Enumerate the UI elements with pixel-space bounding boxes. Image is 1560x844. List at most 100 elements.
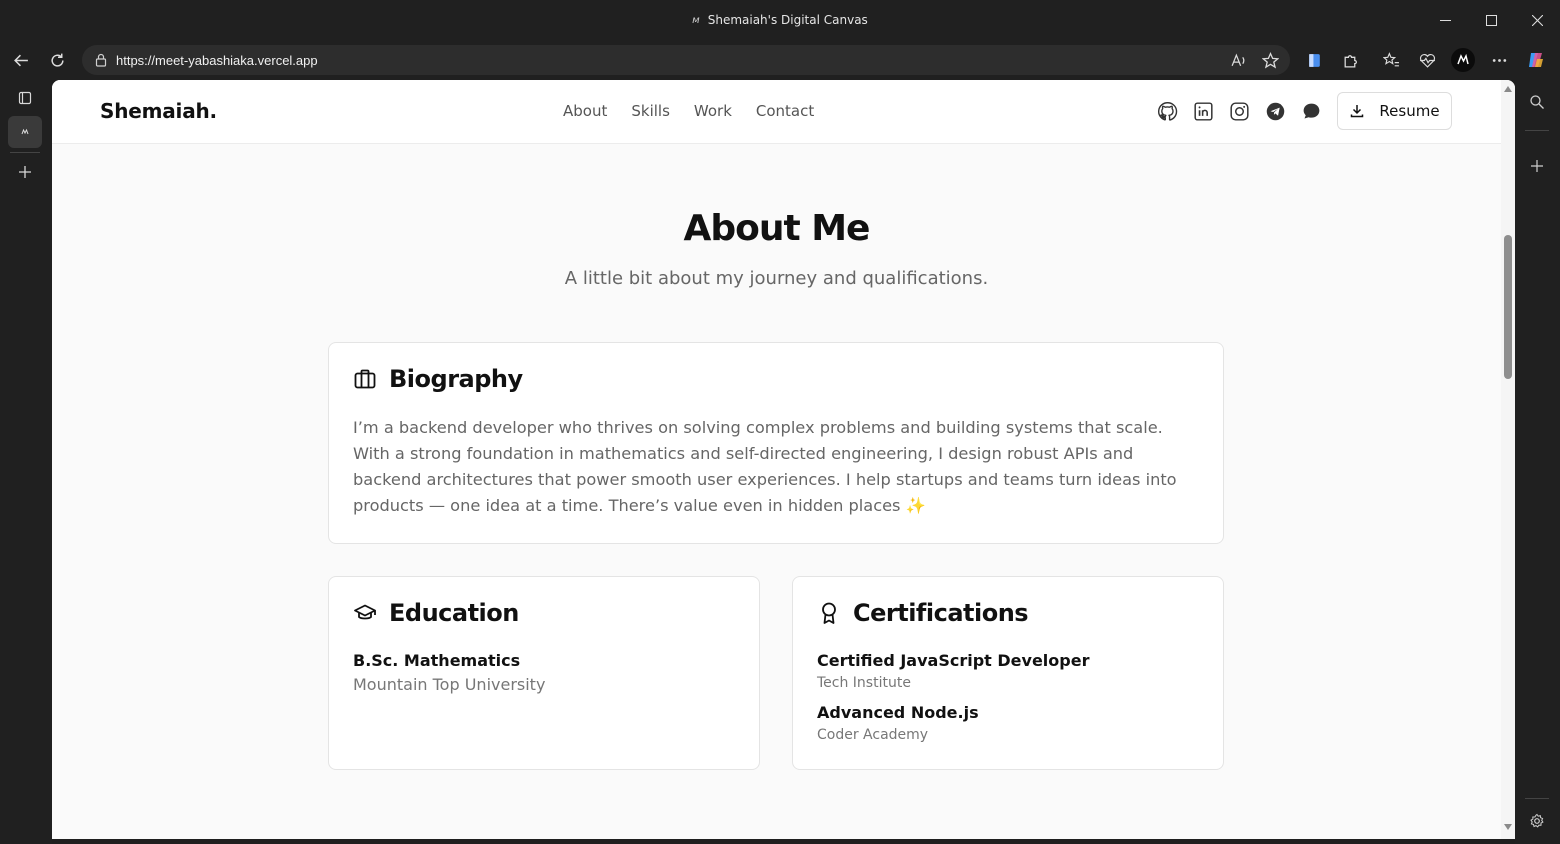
resume-download-button[interactable]: Resume: [1337, 92, 1452, 130]
certifications-header: Certifications: [817, 599, 1029, 627]
more-dots-icon: [1492, 58, 1506, 62]
site-nav: About Skills Work Contact: [563, 102, 814, 120]
site-brand[interactable]: Shemaiah.: [100, 99, 217, 123]
biography-heading: Biography: [389, 365, 523, 393]
read-aloud-icon: [1231, 52, 1244, 66]
certifications-card: Certifications Certified JavaScript Deve…: [792, 576, 1224, 770]
biography-text: I’m a backend developer who thrives on s…: [353, 418, 1177, 515]
back-arrow-icon: [13, 54, 28, 66]
new-tab-button[interactable]: [8, 156, 42, 188]
section-subtitle: A little bit about my journey and qualif…: [564, 268, 989, 289]
favorites-button[interactable]: [1379, 48, 1403, 72]
sidebar-settings-button[interactable]: [1525, 809, 1549, 833]
search-button[interactable]: [1525, 90, 1549, 114]
rail-divider: [1525, 798, 1549, 799]
nav-link-contact[interactable]: Contact: [756, 102, 814, 120]
window-controls: [1422, 0, 1560, 40]
star-icon: [1261, 51, 1279, 68]
maximize-icon: [1485, 14, 1497, 26]
copilot-button[interactable]: [1524, 48, 1548, 72]
close-button[interactable]: [1514, 0, 1560, 40]
instagram-icon: [1229, 101, 1249, 121]
education-school: Mountain Top University: [353, 675, 546, 694]
education-card: Education B.Sc. Mathematics Mountain Top…: [328, 576, 760, 770]
sidebar-rail: [1515, 80, 1560, 844]
refresh-icon: [50, 53, 64, 67]
extensions-button[interactable]: [1338, 48, 1362, 72]
chat-link[interactable]: [1300, 100, 1322, 122]
favorites-list-icon: [1382, 51, 1399, 66]
search-icon: [1530, 95, 1544, 109]
certification-issuer: Coder Academy: [817, 727, 929, 743]
back-button[interactable]: [9, 48, 33, 72]
window-title-text: Shemaiah's Digital Canvas: [707, 13, 868, 27]
rail-divider: [1525, 130, 1549, 131]
section-title: About Me: [683, 208, 871, 249]
award-ribbon-icon: [822, 602, 836, 624]
tab-active[interactable]: [8, 116, 42, 148]
vertical-tabs-rail: [0, 80, 52, 844]
resume-label: Resume: [1379, 102, 1440, 120]
add-sidebar-app-button[interactable]: [1525, 154, 1549, 178]
copilot-icon: [1529, 53, 1543, 67]
profile-button[interactable]: [1451, 48, 1475, 72]
plus-icon: [1531, 160, 1543, 172]
window-title: ᴍ Shemaiah's Digital Canvas: [0, 0, 1560, 40]
refresh-button[interactable]: [45, 48, 69, 72]
education-degree: B.Sc. Mathematics: [353, 651, 521, 670]
page-scrollbar[interactable]: [1501, 80, 1515, 839]
rail-divider: [10, 152, 40, 153]
site-favicon-icon: ᴍ: [692, 14, 700, 26]
extension-button[interactable]: [1302, 48, 1326, 72]
biography-header: Biography: [353, 365, 523, 393]
site-header: Shemaiah. About Skills Work Contact Resu…: [52, 80, 1501, 144]
more-menu-button[interactable]: [1487, 48, 1511, 72]
site-favicon-icon: [21, 128, 29, 135]
puzzle-icon: [1344, 54, 1357, 68]
certification-issuer: Tech Institute: [817, 675, 911, 691]
certification-name: Certified JavaScript Developer: [817, 651, 1090, 670]
lock-icon: [94, 53, 108, 67]
tab-actions-button[interactable]: [8, 82, 42, 114]
social-links: [1156, 100, 1322, 122]
graduation-cap-icon: [354, 604, 376, 620]
briefcase-icon: [354, 369, 376, 389]
certifications-heading: Certifications: [853, 599, 1029, 627]
download-icon: [1351, 105, 1364, 118]
url-text[interactable]: https://meet-yabashiaka.vercel.app: [116, 53, 318, 68]
github-icon: [1157, 101, 1177, 121]
scroll-down-icon[interactable]: [1504, 824, 1512, 830]
tab-actions-icon: [18, 91, 32, 105]
education-header: Education: [353, 599, 519, 627]
maximize-button[interactable]: [1468, 0, 1514, 40]
window-titlebar: ᴍ Shemaiah's Digital Canvas: [0, 0, 1560, 40]
health-button[interactable]: [1415, 48, 1439, 72]
extension-blue-icon: [1308, 53, 1320, 67]
plus-icon: [19, 166, 31, 178]
github-link[interactable]: [1156, 100, 1178, 122]
telegram-icon: [1266, 102, 1284, 120]
linkedin-icon: [1193, 101, 1213, 121]
scroll-up-icon[interactable]: [1504, 86, 1512, 92]
linkedin-link[interactable]: [1192, 100, 1214, 122]
certification-name: Advanced Node.js: [817, 703, 979, 722]
gear-icon: [1530, 813, 1544, 828]
telegram-link[interactable]: [1264, 100, 1286, 122]
heart-pulse-icon: [1419, 53, 1435, 68]
chat-icon: [1303, 103, 1319, 118]
scrollbar-thumb[interactable]: [1504, 235, 1512, 379]
nav-link-about[interactable]: About: [563, 102, 607, 120]
minimize-icon: [1439, 19, 1451, 21]
page-viewport: Shemaiah. About Skills Work Contact Resu…: [52, 80, 1515, 839]
favorite-button[interactable]: [1258, 48, 1282, 72]
nav-link-work[interactable]: Work: [694, 102, 732, 120]
biography-card: Biography I’m a backend developer who th…: [328, 342, 1224, 544]
browser-toolbar: https://meet-yabashiaka.vercel.app: [0, 40, 1560, 80]
profile-avatar-icon: [1451, 48, 1475, 72]
instagram-link[interactable]: [1228, 100, 1250, 122]
nav-link-skills[interactable]: Skills: [631, 102, 670, 120]
address-bar[interactable]: https://meet-yabashiaka.vercel.app: [82, 45, 1290, 75]
education-heading: Education: [389, 599, 519, 627]
read-aloud-button[interactable]: [1226, 48, 1250, 72]
minimize-button[interactable]: [1422, 0, 1468, 40]
